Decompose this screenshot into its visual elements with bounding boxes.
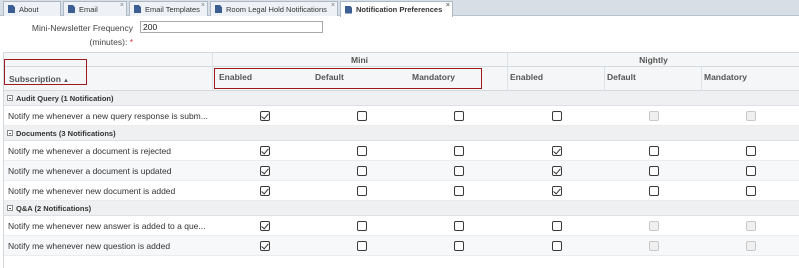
checkbox-nightly-mandatory[interactable] xyxy=(746,166,756,176)
checkbox-nightly-default[interactable] xyxy=(649,186,659,196)
collapse-icon[interactable] xyxy=(7,95,13,101)
checkbox-nightly-mandatory xyxy=(746,241,756,251)
checkbox-mini-enabled[interactable] xyxy=(260,186,270,196)
tab-email[interactable]: Email × xyxy=(63,1,127,16)
checkbox-nightly-mandatory xyxy=(746,221,756,231)
tab-email-templates[interactable]: Email Templates × xyxy=(129,1,208,16)
checkbox-mini-default[interactable] xyxy=(357,221,367,231)
document-icon xyxy=(215,5,222,13)
group-header-row: Mini Nightly xyxy=(4,53,799,67)
checkbox-nightly-default[interactable] xyxy=(649,166,659,176)
checkbox-mini-enabled[interactable] xyxy=(260,146,270,156)
checkbox-nightly-enabled[interactable] xyxy=(552,186,562,196)
close-icon[interactable]: × xyxy=(120,2,124,9)
checkbox-mini-default[interactable] xyxy=(357,166,367,176)
checkbox-nightly-default xyxy=(649,241,659,251)
tab-about[interactable]: About xyxy=(3,1,61,16)
notification-row: Notify me whenever new question is added xyxy=(4,236,799,256)
checkbox-nightly-enabled[interactable] xyxy=(552,241,562,251)
notification-label: Notify me whenever a document is rejecte… xyxy=(8,146,171,156)
tab-bar: About Email × Email Templates × Room Leg… xyxy=(0,0,799,17)
notification-row: Notify me whenever a document is rejecte… xyxy=(4,141,799,161)
checkbox-mini-enabled[interactable] xyxy=(260,221,270,231)
checkbox-nightly-default xyxy=(649,111,659,121)
checkbox-mini-enabled[interactable] xyxy=(260,111,270,121)
collapse-icon[interactable] xyxy=(7,130,13,136)
column-divider xyxy=(604,67,605,91)
notification-label: Notify me whenever new question is added xyxy=(8,241,171,251)
checkbox-nightly-enabled[interactable] xyxy=(552,221,562,231)
checkbox-mini-default[interactable] xyxy=(357,241,367,251)
column-header-nightly-enabled[interactable]: Enabled xyxy=(507,68,602,86)
column-header-nightly-mandatory[interactable]: Mandatory xyxy=(701,68,796,86)
tab-label: Notification Preferences xyxy=(356,5,443,14)
notification-label: Notify me whenever new answer is added t… xyxy=(8,221,206,231)
checkbox-mini-default[interactable] xyxy=(357,146,367,156)
document-icon xyxy=(68,5,75,13)
tab-label: About xyxy=(19,4,39,14)
tab-label: Room Legal Hold Notifications xyxy=(226,4,327,14)
notification-label: Notify me whenever new document is added xyxy=(8,186,176,196)
notification-row: Notify me whenever a document is updated xyxy=(4,161,799,181)
checkbox-mini-mandatory[interactable] xyxy=(454,186,464,196)
checkbox-mini-mandatory[interactable] xyxy=(454,111,464,121)
frequency-label: Mini-Newsletter Frequency xyxy=(31,23,133,33)
close-icon[interactable]: × xyxy=(446,2,450,9)
checkbox-mini-enabled[interactable] xyxy=(260,166,270,176)
required-mark: * xyxy=(129,37,133,47)
document-icon xyxy=(345,5,352,14)
notification-row: Notify me whenever new document is added xyxy=(4,181,799,201)
checkbox-nightly-mandatory[interactable] xyxy=(746,146,756,156)
column-divider xyxy=(507,53,508,91)
section-title: Documents (3 Notifications) xyxy=(16,129,116,138)
checkbox-mini-mandatory[interactable] xyxy=(454,166,464,176)
section-title: Q&A (2 Notifications) xyxy=(16,204,92,213)
tab-label: Email xyxy=(79,4,98,14)
frequency-unit-label: (minutes): * xyxy=(90,36,133,48)
notification-row: Notify me whenever new answer is added t… xyxy=(4,216,799,236)
close-icon[interactable]: × xyxy=(331,2,335,9)
checkbox-nightly-mandatory xyxy=(746,111,756,121)
close-icon[interactable]: × xyxy=(201,2,205,9)
section-header[interactable]: Documents (3 Notifications) xyxy=(4,126,799,141)
checkbox-mini-mandatory[interactable] xyxy=(454,241,464,251)
section-title: Audit Query (1 Notification) xyxy=(16,94,114,103)
column-header-nightly-default[interactable]: Default xyxy=(604,68,699,86)
section-header[interactable]: Q&A (2 Notifications) xyxy=(4,201,799,216)
highlight-box-mini-columns xyxy=(214,68,482,89)
checkbox-mini-mandatory[interactable] xyxy=(454,146,464,156)
collapse-icon[interactable] xyxy=(7,205,13,211)
column-divider xyxy=(212,53,213,91)
checkbox-nightly-mandatory[interactable] xyxy=(746,186,756,196)
checkbox-mini-default[interactable] xyxy=(357,186,367,196)
group-header-nightly: Nightly xyxy=(639,55,668,65)
document-icon xyxy=(8,5,15,13)
checkbox-nightly-enabled[interactable] xyxy=(552,111,562,121)
column-divider xyxy=(701,67,702,91)
tab-room-legal-hold-notifications[interactable]: Room Legal Hold Notifications × xyxy=(210,1,338,16)
tab-notification-preferences[interactable]: Notification Preferences × xyxy=(340,1,453,17)
notification-label: Notify me whenever a new query response … xyxy=(8,111,208,121)
checkbox-nightly-enabled[interactable] xyxy=(552,166,562,176)
checkbox-nightly-default xyxy=(649,221,659,231)
checkbox-nightly-default[interactable] xyxy=(649,146,659,156)
document-icon xyxy=(134,5,141,13)
frequency-input[interactable]: 200 xyxy=(140,21,323,33)
group-header-mini: Mini xyxy=(351,55,368,65)
checkbox-mini-enabled[interactable] xyxy=(260,241,270,251)
frequency-unit-text: (minutes): xyxy=(89,37,128,47)
checkbox-nightly-enabled[interactable] xyxy=(552,146,562,156)
notification-row: Notify me whenever a new query response … xyxy=(4,106,799,126)
section-header[interactable]: Audit Query (1 Notification) xyxy=(4,91,799,106)
checkbox-mini-mandatory[interactable] xyxy=(454,221,464,231)
notification-grid: Mini Nightly Subscription ▲ Enabled Defau… xyxy=(3,52,799,268)
tab-label: Email Templates xyxy=(145,4,200,14)
highlight-box-subscription xyxy=(4,59,87,85)
checkbox-mini-default[interactable] xyxy=(357,111,367,121)
notification-label: Notify me whenever a document is updated xyxy=(8,166,172,176)
